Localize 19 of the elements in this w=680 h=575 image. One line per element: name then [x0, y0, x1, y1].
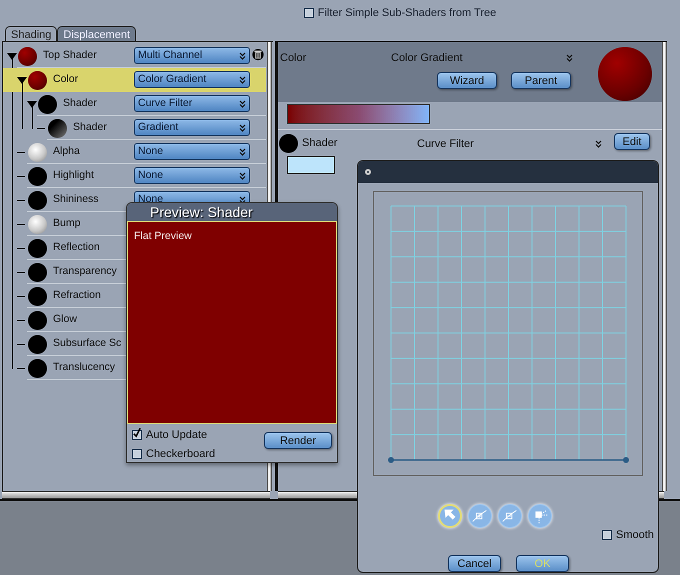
- tree-item-label: Reflection: [53, 240, 101, 256]
- tree-item-label: Transparency: [53, 264, 118, 280]
- preview-mode-label: Flat Preview: [134, 230, 192, 242]
- channel-label: Color: [280, 51, 306, 66]
- tree-item-label: Shininess: [53, 192, 100, 208]
- tree-item-label: Bump: [53, 216, 82, 232]
- tree-item-label: Highlight: [53, 168, 95, 184]
- tree-item-label: Subsurface Sc: [53, 336, 122, 352]
- tree-item-label: Translucency: [53, 360, 116, 376]
- tree-item-label: Glow: [53, 312, 78, 328]
- checkbox-label: Smooth: [616, 528, 654, 542]
- tree-item-label: Refraction: [53, 288, 102, 304]
- sub-shader-label: Shader: [302, 136, 338, 151]
- tree-item-label: Color: [53, 72, 80, 88]
- checkbox-label: Checkerboard: [146, 446, 216, 462]
- filter-label: Filter Simple Sub-Shaders from Tree: [318, 6, 496, 21]
- checkbox-label: Auto Update: [146, 428, 208, 443]
- tree-item-label: Alpha: [53, 144, 81, 160]
- tree-item-label: Top Shader: [43, 48, 98, 64]
